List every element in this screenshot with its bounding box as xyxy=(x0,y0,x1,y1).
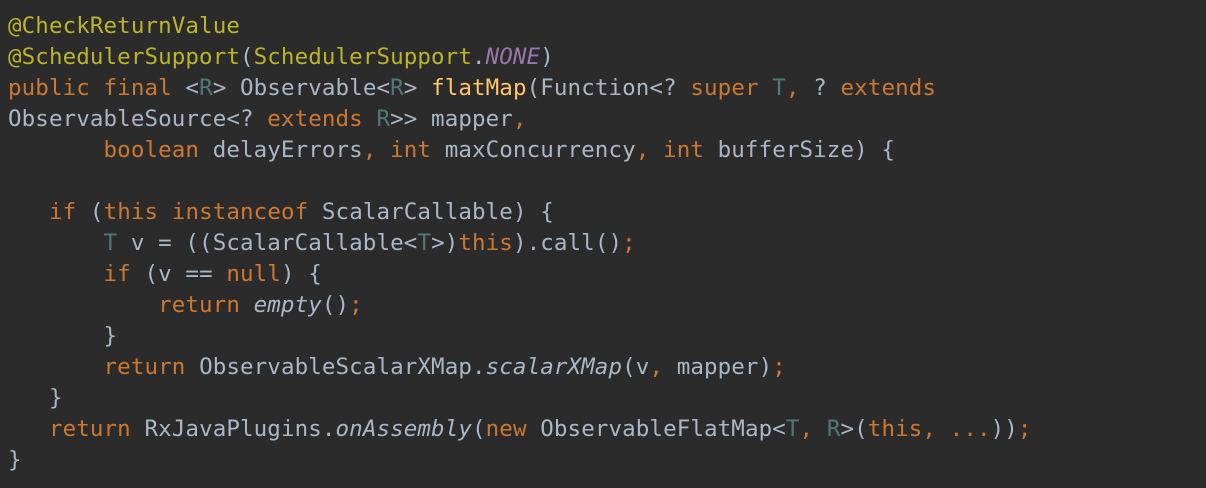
code-token-plain: . xyxy=(471,44,486,70)
code-line[interactable]: T v = ((ScalarCallable<T>)this).call(); xyxy=(8,228,636,259)
code-token-method: flatMap xyxy=(431,75,527,101)
code-token-plain: maxConcurrency xyxy=(444,137,636,163)
code-token-keyword: , xyxy=(799,416,827,442)
code-token-plain: ObservableScalarXMap. xyxy=(199,354,486,380)
code-token-plain: ( xyxy=(472,416,486,442)
code-token-keyword: super xyxy=(690,75,773,101)
code-token-annotation: @SchedulerSupport xyxy=(8,44,240,70)
code-token-keyword: this instanceof xyxy=(103,199,322,225)
code-line[interactable]: return empty(); xyxy=(8,290,363,321)
code-token-keyword: this xyxy=(867,416,923,442)
code-token-plain: ( xyxy=(239,44,254,70)
code-token-annotation: @CheckReturnValue xyxy=(8,13,240,39)
code-token-plain: ).call() xyxy=(512,230,623,256)
code-token-plain: >( xyxy=(840,416,868,442)
code-token-static: onAssembly xyxy=(335,416,472,442)
code-token-keyword: null xyxy=(226,261,281,287)
code-token-plain: > xyxy=(403,75,432,101)
code-token-plain: bufferSize) { xyxy=(717,137,896,163)
code-token-plain: ) { xyxy=(280,261,322,287)
code-token-plain: (Function<? xyxy=(526,75,691,101)
code-line[interactable]: return RxJavaPlugins.onAssembly(new Obse… xyxy=(8,414,1032,445)
code-token-plain: mapper) xyxy=(676,354,773,380)
code-token-typeparam: R xyxy=(390,75,404,101)
code-token-keyword: , int xyxy=(362,137,445,163)
code-token-typeparam: T xyxy=(772,75,786,101)
code-token-typeparam: T xyxy=(417,230,432,256)
code-line[interactable]: public final <R> Observable<R> flatMap(F… xyxy=(8,73,936,104)
code-token-plain: RxJavaPlugins. xyxy=(144,416,336,442)
code-token-keyword: if xyxy=(48,199,90,225)
code-token-typeparam: R xyxy=(199,75,213,101)
code-token-typeparam: T xyxy=(103,230,131,256)
code-token-keyword: boolean xyxy=(103,137,213,163)
code-token-plain: delayErrors xyxy=(212,137,363,163)
code-token-plain: < xyxy=(185,75,200,101)
code-token-plain: v = ((ScalarCallable< xyxy=(130,230,418,256)
code-token-plain: } xyxy=(103,323,118,349)
code-token-keyword: return xyxy=(48,416,145,442)
code-line[interactable]: if (this instanceof ScalarCallable) { xyxy=(8,197,554,228)
code-token-constant: NONE xyxy=(485,44,541,70)
code-token-keyword: return xyxy=(103,354,200,380)
code-token-static: scalarXMap xyxy=(485,354,623,380)
code-token-plain: } xyxy=(48,385,63,411)
code-token-plain: >) xyxy=(431,230,459,256)
code-token-plain: ObservableSource<? xyxy=(8,106,268,132)
code-token-plain: (v == xyxy=(144,261,227,287)
code-token-typeparam: R xyxy=(376,106,391,132)
code-token-typeparam: R xyxy=(826,416,841,442)
code-token-plain: ? xyxy=(813,75,841,101)
code-token-keyword: ; xyxy=(772,354,786,380)
code-editor[interactable]: @CheckReturnValue @SchedulerSupport(Sched… xyxy=(0,0,1206,488)
code-token-keyword: , xyxy=(785,75,814,101)
code-token-keyword: this xyxy=(458,230,513,256)
code-token-plain: )) xyxy=(990,416,1018,442)
code-token-annotation: SchedulerSupport xyxy=(253,44,472,70)
code-token-plain: ScalarCallable) { xyxy=(321,199,554,225)
code-line[interactable]: @SchedulerSupport(SchedulerSupport.NONE) xyxy=(8,42,554,73)
code-line[interactable]: ObservableSource<? extends R>> mapper, xyxy=(8,104,527,135)
code-token-keyword: , xyxy=(512,106,527,132)
code-token-keyword: ; xyxy=(622,230,636,256)
code-token-keyword: public final xyxy=(8,75,186,101)
code-token-keyword: , int xyxy=(635,137,718,163)
code-token-keyword: , xyxy=(649,354,677,380)
code-token-typeparam: T xyxy=(785,416,800,442)
code-token-plain: } xyxy=(8,447,22,473)
code-token-keyword: extends xyxy=(267,106,377,132)
code-token-plain: ) xyxy=(540,44,554,70)
code-line[interactable]: @CheckReturnValue xyxy=(8,11,240,42)
code-token-keyword: ; xyxy=(349,292,363,318)
code-token-keyword: , ... xyxy=(922,416,991,442)
code-token-keyword: if xyxy=(103,261,145,287)
code-token-plain: > Observable< xyxy=(212,75,391,101)
code-line[interactable]: } xyxy=(8,383,63,414)
code-line[interactable]: return ObservableScalarXMap.scalarXMap(v… xyxy=(8,352,786,383)
code-line[interactable]: boolean delayErrors, int maxConcurrency,… xyxy=(8,135,895,166)
code-token-plain: ( xyxy=(89,199,104,225)
code-token-keyword: extends xyxy=(840,75,937,101)
code-token-keyword: ; xyxy=(1017,416,1032,442)
code-token-plain: ObservableFlatMap< xyxy=(540,416,786,442)
code-line[interactable]: } xyxy=(8,321,118,352)
code-token-plain: (v xyxy=(622,354,650,380)
code-token-static: empty xyxy=(253,292,322,318)
code-line[interactable]: if (v == null) { xyxy=(8,259,322,290)
code-token-plain: >> mapper xyxy=(390,106,513,132)
code-token-plain: () xyxy=(321,292,350,318)
code-token-keyword: return xyxy=(158,292,254,318)
code-line[interactable]: } xyxy=(8,445,22,476)
code-token-keyword: new xyxy=(485,416,541,442)
